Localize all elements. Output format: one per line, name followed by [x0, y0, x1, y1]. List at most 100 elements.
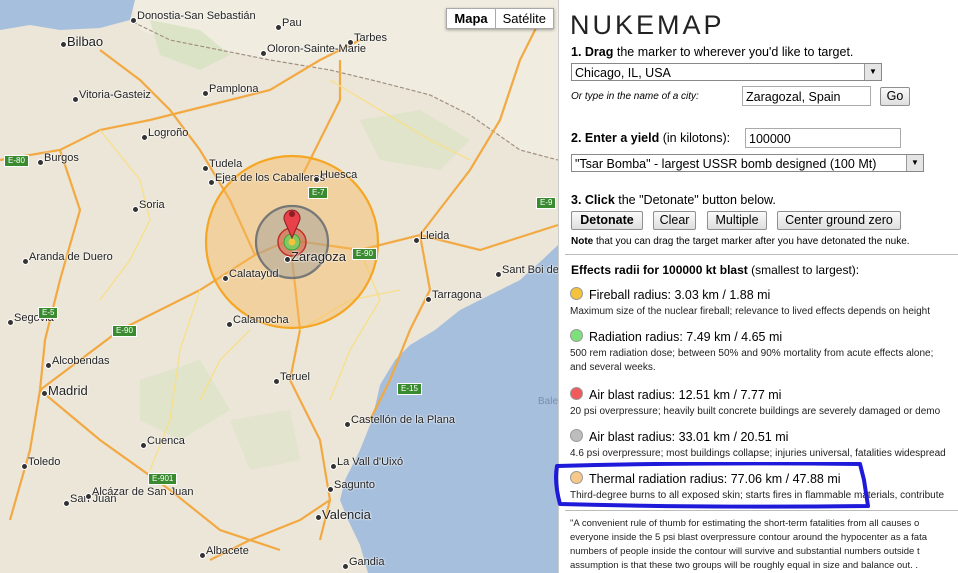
map-type-mapa-button[interactable]: Mapa — [446, 8, 496, 29]
quote-line: "A convenient rule of thumb for estimati… — [570, 518, 920, 529]
drag-note: Note that you can drag the target marker… — [571, 236, 910, 247]
city-dot — [226, 321, 233, 328]
effect-label: Radiation radius: 7.49 km / 4.65 mi — [589, 330, 783, 344]
city-dot — [140, 442, 147, 449]
effect-row: Fireball radius: 3.03 km / 1.88 mi — [570, 287, 770, 302]
city-label: Tarragona — [432, 289, 482, 301]
city-label: Gandia — [349, 556, 385, 568]
effect-description: 500 rem radiation dose; between 50% and … — [570, 348, 934, 359]
quote-line: everyone inside the 5 psi blast overpres… — [570, 532, 927, 543]
city-label: Teruel — [280, 371, 310, 383]
city-label: Calatayud — [229, 268, 279, 280]
center-ground-zero-button[interactable]: Center ground zero — [777, 211, 901, 230]
city-dot — [7, 319, 14, 326]
detonate-button[interactable]: Detonate — [571, 211, 643, 230]
city-label: Soria — [139, 199, 165, 211]
effect-toggle-icon[interactable] — [570, 329, 583, 342]
effect-description: Maximum size of the nuclear fireball; re… — [570, 306, 931, 317]
city-dot — [495, 271, 502, 278]
city-dot — [199, 552, 206, 559]
city-label: Zaragoza — [291, 249, 346, 264]
road-shield: E-80 — [4, 155, 29, 167]
effect-row: Air blast radius: 12.51 km / 7.77 mi — [570, 387, 781, 402]
city-label: La Vall d'Uixó — [337, 456, 404, 468]
city-dot — [141, 134, 148, 141]
road-shield: E-90 — [352, 248, 377, 260]
city-dot — [41, 390, 48, 397]
step2-instruction: 2. Enter a yield (in kilotons): — [571, 131, 731, 145]
city-dot — [327, 486, 334, 493]
effects-heading: Effects radii for 100000 kt blast (small… — [571, 263, 860, 277]
effect-description: and several weeks. — [570, 362, 656, 373]
effect-toggle-icon[interactable] — [570, 387, 583, 400]
city-label: Aranda de Duero — [29, 251, 113, 263]
city-label: Logroño — [148, 127, 189, 139]
quote-line: assumption is that these two groups will… — [570, 560, 919, 571]
city-dot — [202, 165, 209, 172]
city-dot — [132, 206, 139, 213]
road-shield: E-5 — [38, 307, 59, 319]
city-label: Pau — [282, 17, 302, 29]
divider — [565, 254, 958, 255]
city-dot — [222, 275, 229, 282]
city-label: Lleida — [420, 230, 450, 242]
city-label: Sagunto — [334, 479, 375, 491]
city-dot — [63, 500, 70, 507]
divider — [565, 510, 958, 511]
city-label: Burgos — [44, 152, 79, 164]
city-dot — [330, 463, 337, 470]
road-shield: E-7 — [308, 187, 329, 199]
step1-instruction: 1. Drag the marker to wherever you'd lik… — [571, 45, 854, 59]
city-dot — [425, 296, 432, 303]
city-dot — [315, 514, 322, 521]
road-shield: E-90 — [112, 325, 137, 337]
map-canvas[interactable] — [0, 0, 558, 573]
effect-toggle-icon[interactable] — [570, 287, 583, 300]
city-label: Valencia — [322, 507, 371, 522]
app-title: NUKEMAP — [570, 10, 725, 40]
map-type-satellite-button[interactable]: Satélite — [495, 8, 554, 29]
city-label: Sant Boi de Llobregat — [502, 264, 558, 276]
chevron-down-icon: ▼ — [906, 155, 923, 171]
effect-toggle-icon[interactable] — [570, 429, 583, 442]
city-dot — [342, 563, 349, 570]
type-city-label: Or type in the name of a city: — [571, 91, 699, 102]
city-label: Oloron-Sainte-Marie — [267, 43, 367, 55]
effect-label: Air blast radius: 12.51 km / 7.77 mi — [589, 388, 782, 402]
city-dot — [202, 90, 209, 97]
effect-description: 20 psi overpressure; heavily built concr… — [570, 406, 941, 417]
map-type-control[interactable]: Mapa Satélite — [446, 8, 554, 29]
effect-row: Radiation radius: 7.49 km / 4.65 mi — [570, 329, 782, 344]
road-shield: E-15 — [397, 383, 422, 395]
city-select[interactable]: Chicago, IL, USA ▼ — [571, 63, 882, 81]
step3-instruction: 3. Click the "Detonate" button below. — [571, 193, 776, 207]
city-label: Bilbao — [67, 34, 104, 49]
city-label: Cuenca — [147, 435, 185, 447]
city-label: Huesca — [320, 169, 358, 181]
multiple-button[interactable]: Multiple — [707, 211, 767, 230]
effect-label: Air blast radius: 33.01 km / 20.51 mi — [589, 430, 789, 444]
go-button[interactable]: Go — [880, 87, 910, 106]
city-dot — [273, 378, 280, 385]
city-label: Ejea de los Caballeros — [215, 172, 326, 184]
quote-line: numbers of people inside the contour wil… — [570, 546, 920, 557]
city-dot — [275, 24, 282, 31]
city-label: Alcázar de San Juan — [92, 486, 194, 498]
city-dot — [260, 50, 267, 57]
city-dot — [313, 176, 320, 183]
city-dot — [344, 421, 351, 428]
city-dot — [21, 463, 28, 470]
city-label: Pamplona — [209, 83, 259, 95]
city-label: Calamocha — [233, 314, 289, 326]
city-label: Madrid — [48, 383, 88, 398]
city-label: Donostia-San Sebastián — [137, 10, 256, 22]
city-label: Albacete — [206, 545, 249, 557]
city-input[interactable]: Zaragozal, Spain — [742, 86, 871, 106]
preset-select[interactable]: "Tsar Bomba" - largest USSR bomb designe… — [571, 154, 924, 172]
map-view[interactable]: Donostia-San Sebastián Bilbao Pau Tarbes Olo… — [0, 0, 558, 573]
city-dot — [60, 41, 67, 48]
yield-input[interactable]: 100000 — [745, 128, 901, 148]
city-label: Toledo — [28, 456, 61, 468]
clear-button[interactable]: Clear — [653, 211, 696, 230]
city-dot — [284, 256, 291, 263]
